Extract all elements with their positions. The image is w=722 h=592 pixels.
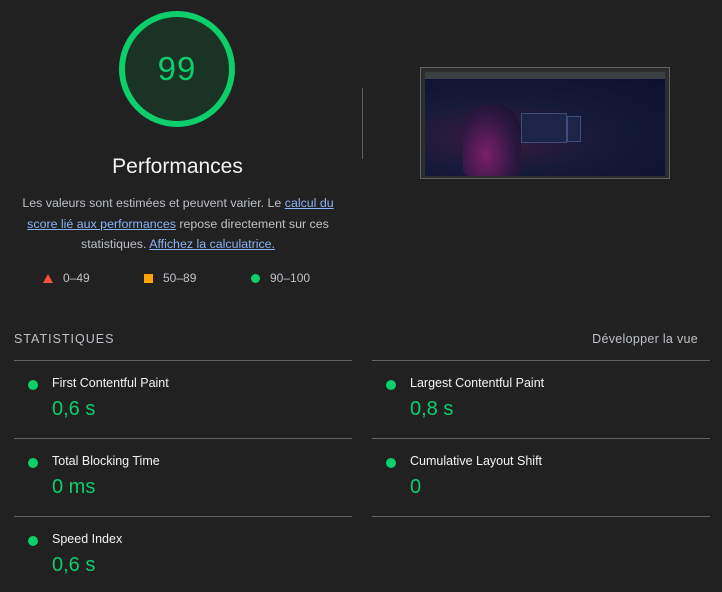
metric-cumulative-layout-shift: Cumulative Layout Shift 0 — [372, 439, 712, 499]
green-circle-icon — [28, 458, 38, 468]
metric-value: 0 — [410, 476, 422, 498]
metric-name: Total Blocking Time — [52, 454, 160, 468]
green-circle-icon — [386, 380, 396, 390]
performance-gauge: 99 — [117, 9, 237, 129]
green-circle-icon — [251, 273, 260, 283]
metric-name: First Contentful Paint — [52, 376, 169, 390]
divider — [372, 516, 710, 517]
legend-label: 90–100 — [270, 271, 311, 285]
orange-square-icon — [144, 273, 153, 283]
screenshot-hero-image — [425, 79, 665, 176]
green-circle-icon — [28, 380, 38, 390]
page-screenshot-thumbnail[interactable] — [420, 67, 670, 179]
metric-first-contentful-paint: First Contentful Paint 0,6 s — [14, 361, 354, 421]
legend-item-pass: 90–100 — [251, 271, 310, 285]
screenshot-header-bar — [425, 72, 665, 79]
red-triangle-icon — [43, 273, 53, 283]
score-legend: 0–49 50–89 90–100 — [0, 271, 355, 287]
monitor-image — [521, 113, 567, 143]
legend-label: 0–49 — [63, 271, 90, 285]
legend-label: 50–89 — [163, 271, 197, 285]
legend-item-average: 50–89 — [144, 271, 196, 285]
person-silhouette-image — [463, 105, 521, 176]
metric-speed-index: Speed Index 0,6 s — [14, 517, 354, 577]
legend-item-fail: 0–49 — [43, 271, 90, 285]
green-circle-icon — [28, 536, 38, 546]
monitor-image — [567, 116, 581, 142]
expand-view-toggle[interactable]: Développer la vue — [592, 332, 698, 346]
category-title: Performances — [112, 155, 243, 178]
metric-value: 0,8 s — [410, 398, 454, 420]
gauge-score: 99 — [157, 50, 197, 87]
metric-name: Speed Index — [52, 532, 123, 546]
metric-total-blocking-time: Total Blocking Time 0 ms — [14, 439, 354, 499]
description-text-1: Les valeurs sont estimées et peuvent var… — [22, 196, 285, 210]
metric-largest-contentful-paint: Largest Contentful Paint 0,8 s — [372, 361, 712, 421]
green-circle-icon — [386, 458, 396, 468]
metric-value: 0,6 s — [52, 398, 96, 420]
vertical-divider — [362, 88, 363, 159]
metric-name: Cumulative Layout Shift — [410, 454, 543, 468]
calculator-link[interactable]: Affichez la calculatrice. — [149, 237, 275, 251]
metric-value: 0 ms — [52, 476, 96, 498]
metric-name: Largest Contentful Paint — [410, 376, 545, 390]
metric-value: 0,6 s — [52, 554, 96, 576]
score-description: Les valeurs sont estimées et peuvent var… — [22, 193, 334, 255]
metrics-section-title: STATISTIQUES — [14, 332, 115, 346]
